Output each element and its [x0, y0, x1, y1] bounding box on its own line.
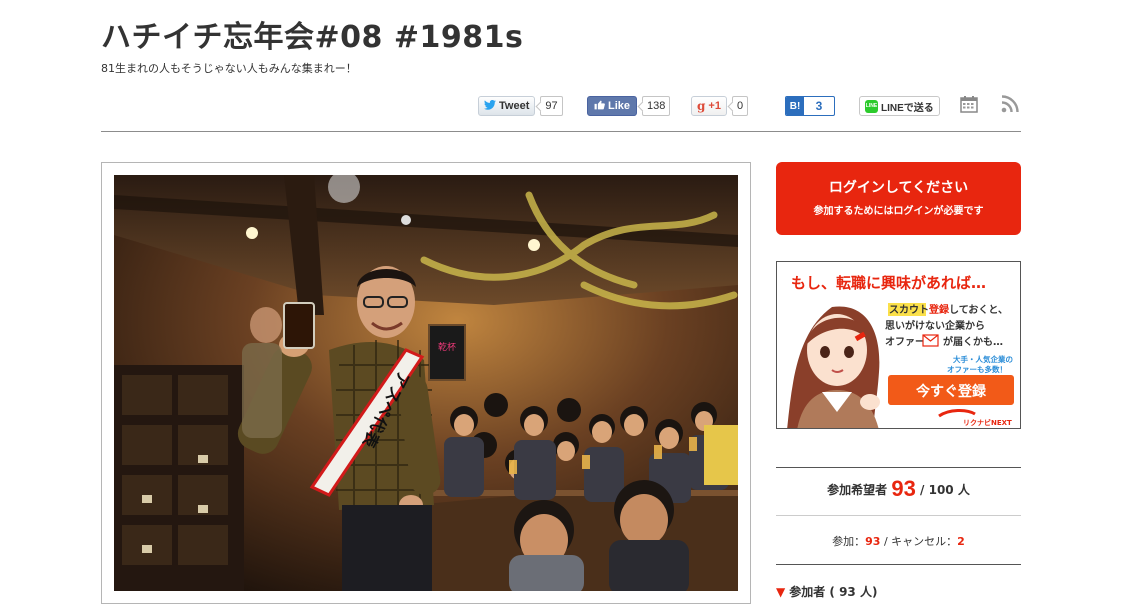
ad-register-button[interactable]: 今すぐ登録	[888, 375, 1014, 405]
svg-text:オファーが届くかも…: オファー が届くかも…	[885, 335, 1003, 348]
ad-note-2: オファーも多数！	[947, 364, 1007, 374]
login-button[interactable]: ログインしてください 参加するためにはログインが必要です	[776, 162, 1021, 235]
hatena-b-icon: B!	[786, 97, 804, 115]
tweet-share: Tweet 97	[478, 96, 563, 116]
hatena-count: 3	[804, 99, 834, 113]
googleplus-label: +1	[708, 100, 721, 112]
tweet-label: Tweet	[499, 100, 530, 112]
svg-text:スカウト登録しておくと、: スカウト登録しておくと、	[889, 303, 1008, 316]
event-photo: 乾杯 アスペ代表	[114, 175, 738, 591]
facebook-share: Like 138	[587, 96, 671, 116]
header-divider	[101, 131, 1021, 132]
like-label: Like	[608, 100, 631, 112]
tweet-button[interactable]: Tweet	[478, 96, 536, 116]
hatena-bookmark: B! 3	[785, 96, 835, 116]
hatena-bookmark-button[interactable]: B! 3	[785, 96, 835, 116]
line-send-button[interactable]: LINE LINEで送る	[859, 96, 940, 116]
googleplus-g-icon: g	[697, 99, 706, 113]
line-share: LINE LINEで送る	[859, 96, 940, 116]
line-icon: LINE	[865, 99, 878, 113]
login-title: ログインしてください	[828, 180, 969, 196]
triangle-down-icon: ▼	[776, 585, 786, 599]
event-subtitle: 81生まれの人もそうじゃない人もみんな集まれー！	[101, 62, 357, 75]
stats-middle-divider	[776, 515, 1021, 516]
ad-headline: もし、転職に興味があれば…	[791, 274, 986, 292]
cancel-count: 2	[957, 535, 965, 548]
googleplus-share: g +1 0	[691, 96, 749, 116]
join-count: 93	[865, 535, 881, 548]
event-title: ハチイチ忘年会#08 #1981s	[101, 20, 524, 55]
like-count: 138	[642, 96, 671, 116]
calendar-icon[interactable]	[960, 95, 978, 118]
line-label: LINEで送る	[881, 102, 934, 114]
join-label: 参加：	[832, 535, 866, 548]
applicants-summary: 参加希望者 93 / 100 人	[776, 476, 1021, 502]
participants-toggle[interactable]: ▼ 参加者 ( 93 人)	[776, 583, 877, 600]
googleplus-button[interactable]: g +1	[691, 96, 727, 116]
ad-text-offer: オファー	[885, 336, 925, 348]
applicants-label: 参加希望者	[827, 483, 888, 497]
login-subtitle: 参加するためにはログインが必要です	[813, 206, 984, 217]
ad-text-scout: スカウト	[889, 304, 929, 316]
rss-icon[interactable]	[1001, 94, 1019, 118]
rikunabi-ad-banner[interactable]: もし、転職に興味があれば… スカウト登録しておくと、 思いがけない企業から オフ…	[776, 261, 1021, 429]
event-photo-frame: 乾杯 アスペ代表	[101, 162, 751, 604]
participants-label: 参加者 ( 93 人)	[789, 585, 878, 599]
svg-text:乾杯: 乾杯	[438, 341, 456, 353]
ad-text-line3: が届くかも…	[943, 335, 1003, 348]
applicants-capacity: / 100 人	[920, 483, 970, 497]
ad-cta-label: 今すぐ登録	[915, 383, 987, 400]
googleplus-count: 0	[731, 96, 749, 116]
thumbs-up-icon	[594, 100, 605, 113]
rss-link[interactable]	[1001, 94, 1019, 118]
ad-note-1: 大手・人気企業の	[953, 354, 1013, 364]
tweet-count: 97	[540, 96, 563, 116]
facebook-like-button[interactable]: Like	[587, 96, 638, 116]
stats-bottom-divider	[776, 564, 1021, 565]
cancel-label: / キャンセル：	[880, 535, 958, 548]
stats-top-divider	[776, 467, 1021, 468]
attendance-breakdown: 参加：93 / キャンセル：2	[776, 533, 1021, 549]
twitter-bird-icon	[484, 99, 496, 113]
ad-text-line2: 思いがけない企業から	[885, 319, 985, 332]
calendar-link[interactable]	[960, 95, 978, 118]
ad-brand-logo: リクナビNEXT	[963, 418, 1012, 427]
applicants-count: 93	[891, 476, 916, 501]
ad-text-register: 登録	[928, 303, 950, 316]
ad-text-line1: しておくと、	[949, 304, 1008, 316]
